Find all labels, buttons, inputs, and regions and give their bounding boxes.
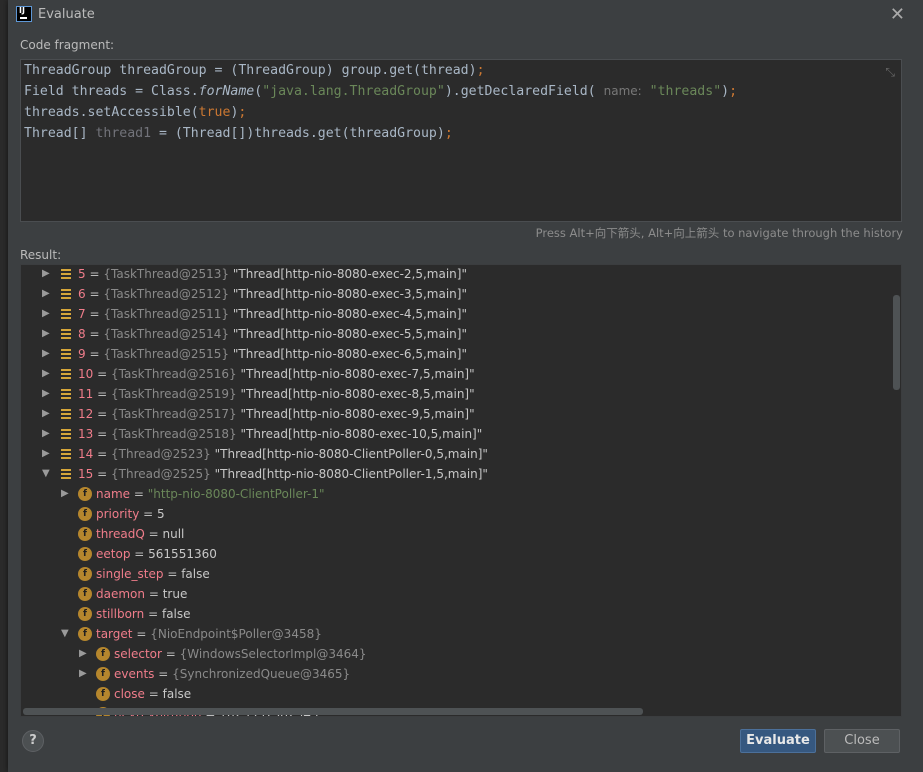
triangle-right-icon[interactable]: ▶ — [42, 284, 52, 304]
triangle-right-icon[interactable]: ▶ — [42, 444, 52, 464]
field-icon: f — [78, 587, 92, 601]
list-icon — [61, 289, 71, 299]
expand-icon[interactable]: ⤡ — [885, 65, 895, 80]
result-tree[interactable]: ▶ 5 = {TaskThread@2513} "Thread[http-nio-… — [20, 264, 902, 717]
field-icon: f — [96, 647, 110, 661]
code-fragment-label: Code fragment: — [20, 38, 115, 52]
code-line-3[interactable]: threads.setAccessible(true); — [24, 102, 901, 123]
triangle-down-icon[interactable]: ▼ — [61, 624, 71, 644]
triangle-right-icon[interactable]: ▶ — [79, 664, 89, 684]
triangle-right-icon[interactable]: ▶ — [42, 304, 52, 324]
list-icon — [61, 429, 71, 439]
list-icon — [61, 469, 71, 479]
list-icon — [61, 269, 71, 279]
vertical-scrollbar[interactable] — [893, 295, 900, 390]
field-icon: f — [78, 507, 92, 521]
list-icon — [61, 449, 71, 459]
code-editor[interactable]: ⤡ ThreadGroup threadGroup = (ThreadGroup… — [20, 59, 902, 222]
list-icon — [61, 309, 71, 319]
list-icon — [61, 329, 71, 339]
triangle-right-icon[interactable]: ▶ — [42, 384, 52, 404]
history-hint: Press Alt+向下箭头, Alt+向上箭头 to navigate thr… — [535, 226, 903, 240]
field-icon: f — [78, 487, 92, 501]
list-icon — [61, 349, 71, 359]
close-button[interactable]: Close — [824, 729, 900, 753]
result-label: Result: — [20, 248, 62, 262]
field-icon: f — [78, 607, 92, 621]
horizontal-scrollbar[interactable] — [23, 708, 643, 715]
list-icon — [61, 409, 71, 419]
close-icon[interactable]: ✕ — [890, 4, 905, 25]
triangle-right-icon[interactable]: ▶ — [42, 324, 52, 344]
triangle-right-icon[interactable]: ▶ — [42, 344, 52, 364]
intellij-icon: IJ — [16, 6, 32, 22]
triangle-down-icon[interactable]: ▼ — [42, 464, 52, 484]
field-icon: f — [78, 527, 92, 541]
field-icon: f — [96, 687, 110, 701]
list-icon — [61, 369, 71, 379]
triangle-right-icon[interactable]: ▶ — [61, 484, 71, 504]
help-button[interactable]: ? — [22, 730, 44, 752]
title-bar: IJ Evaluate ✕ — [8, 0, 923, 30]
window-title: Evaluate — [38, 7, 95, 22]
triangle-right-icon[interactable]: ▶ — [42, 424, 52, 444]
field-icon: f — [78, 547, 92, 561]
field-icon: f — [78, 567, 92, 581]
evaluate-dialog: IJ Evaluate ✕ Code fragment: ⤡ ThreadGro… — [8, 0, 923, 772]
triangle-right-icon[interactable]: ▶ — [42, 364, 52, 384]
triangle-right-icon[interactable]: ▶ — [42, 265, 52, 284]
field-icon: f — [78, 627, 92, 641]
code-line-4[interactable]: Thread[] thread1 = (Thread[])threads.get… — [24, 123, 901, 144]
triangle-right-icon[interactable]: ▶ — [79, 644, 89, 664]
code-line-2[interactable]: Field threads = Class.forName("java.lang… — [24, 81, 901, 102]
evaluate-button[interactable]: Evaluate — [740, 729, 816, 753]
triangle-right-icon[interactable]: ▶ — [42, 404, 52, 424]
parameter-hint: name: — [603, 84, 642, 98]
field-icon: f — [96, 667, 110, 681]
list-icon — [61, 389, 71, 399]
code-line-1[interactable]: ThreadGroup threadGroup = (ThreadGroup) … — [24, 60, 901, 81]
